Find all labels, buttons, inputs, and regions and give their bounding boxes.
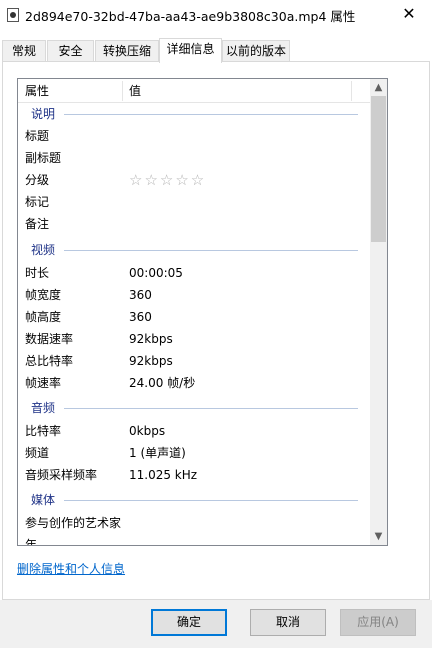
vertical-scrollbar[interactable]: ▲ ▼ [370, 79, 387, 545]
property-value: 00:00:05 [129, 266, 183, 280]
group-description[interactable]: 说明 [18, 103, 370, 125]
property-row-data-rate[interactable]: 数据速率 92kbps [18, 328, 370, 350]
group-label: 音频 [31, 401, 56, 415]
column-header-value[interactable]: 值 [122, 79, 141, 103]
property-row-sample-rate[interactable]: 音频采样频率 11.025 kHz [18, 464, 370, 486]
scroll-up-icon[interactable]: ▲ [370, 79, 387, 96]
property-key: 副标题 [25, 151, 62, 165]
property-value: 360 [129, 288, 152, 302]
property-row-rating[interactable]: 分级 ☆☆☆☆☆ [18, 169, 370, 191]
close-button[interactable]: ✕ [386, 0, 432, 30]
scroll-down-icon[interactable]: ▼ [370, 528, 387, 545]
property-row-frame-width[interactable]: 帧宽度 360 [18, 284, 370, 306]
property-row-frame-rate[interactable]: 帧速率 24.00 帧/秒 [18, 372, 370, 394]
group-media[interactable]: 媒体 [18, 489, 370, 511]
property-value: 24.00 帧/秒 [129, 376, 196, 390]
property-key: 音频采样频率 [25, 468, 98, 482]
group-audio[interactable]: 音频 [18, 397, 370, 419]
column-divider[interactable] [351, 81, 352, 101]
property-key: 分级 [25, 173, 50, 187]
tab-security[interactable]: 安全 [47, 40, 94, 62]
property-row-tags[interactable]: 标记 [18, 191, 370, 213]
property-key: 备注 [25, 217, 50, 231]
video-file-icon [7, 8, 19, 22]
tab-compression[interactable]: 转换压缩 [95, 40, 159, 62]
property-row-total-bitrate[interactable]: 总比特率 92kbps [18, 350, 370, 372]
rating-stars-icon[interactable]: ☆☆☆☆☆ [129, 169, 206, 191]
cancel-button[interactable]: 取消 [250, 609, 326, 636]
property-row-subtitle[interactable]: 副标题 [18, 147, 370, 169]
group-label: 视频 [31, 243, 56, 257]
property-key: 帧宽度 [25, 288, 62, 302]
property-key: 频道 [25, 446, 50, 460]
ok-button[interactable]: 确定 [151, 609, 227, 636]
property-value: 92kbps [129, 332, 173, 346]
property-key: 帧速率 [25, 376, 62, 390]
property-row-duration[interactable]: 时长 00:00:05 [18, 262, 370, 284]
group-video[interactable]: 视频 [18, 239, 370, 261]
property-value: 92kbps [129, 354, 173, 368]
property-key: 数据速率 [25, 332, 74, 346]
tab-details[interactable]: 详细信息 [159, 38, 222, 63]
property-value: 360 [129, 310, 152, 324]
property-row-title[interactable]: 标题 [18, 125, 370, 147]
property-list[interactable]: 属性 值 说明 标题 副标题 分级 ☆☆☆☆☆ 标记 备注 视频 时长 00:0… [17, 78, 388, 546]
property-value: 0kbps [129, 424, 166, 438]
window-title: 2d894e70-32bd-47ba-aa43-ae9b3808c30a.mp4… [25, 9, 356, 24]
property-value: 1 (单声道) [129, 446, 186, 460]
group-label: 说明 [31, 107, 56, 121]
property-key: 比特率 [25, 424, 62, 438]
group-divider [64, 250, 358, 251]
property-value: 11.025 kHz [129, 468, 198, 482]
property-row-channels[interactable]: 频道 1 (单声道) [18, 442, 370, 464]
group-divider [64, 500, 358, 501]
remove-properties-link[interactable]: 删除属性和个人信息 [17, 560, 125, 577]
title-bar: 2d894e70-32bd-47ba-aa43-ae9b3808c30a.mp4… [0, 0, 432, 30]
property-key: 年 [25, 538, 38, 546]
property-key: 总比特率 [25, 354, 74, 368]
group-divider [64, 408, 358, 409]
property-key: 标题 [25, 129, 50, 143]
property-row-audio-bitrate[interactable]: 比特率 0kbps [18, 420, 370, 442]
property-row-year[interactable]: 年 [18, 534, 370, 546]
property-row-frame-height[interactable]: 帧高度 360 [18, 306, 370, 328]
group-divider [64, 114, 358, 115]
tab-previous-versions[interactable]: 以前的版本 [222, 40, 290, 62]
list-header: 属性 值 [18, 79, 370, 103]
scrollbar-thumb[interactable] [371, 96, 386, 242]
property-key: 时长 [25, 266, 50, 280]
property-row-comments[interactable]: 备注 [18, 213, 370, 235]
property-key: 标记 [25, 195, 50, 209]
property-key: 帧高度 [25, 310, 62, 324]
column-header-property[interactable]: 属性 [18, 79, 49, 103]
tab-general[interactable]: 常规 [2, 40, 46, 62]
group-label: 媒体 [31, 493, 56, 507]
property-row-contributing-artists[interactable]: 参与创作的艺术家 [18, 512, 370, 534]
apply-button[interactable]: 应用(A) [340, 609, 416, 636]
property-key: 参与创作的艺术家 [25, 516, 122, 530]
